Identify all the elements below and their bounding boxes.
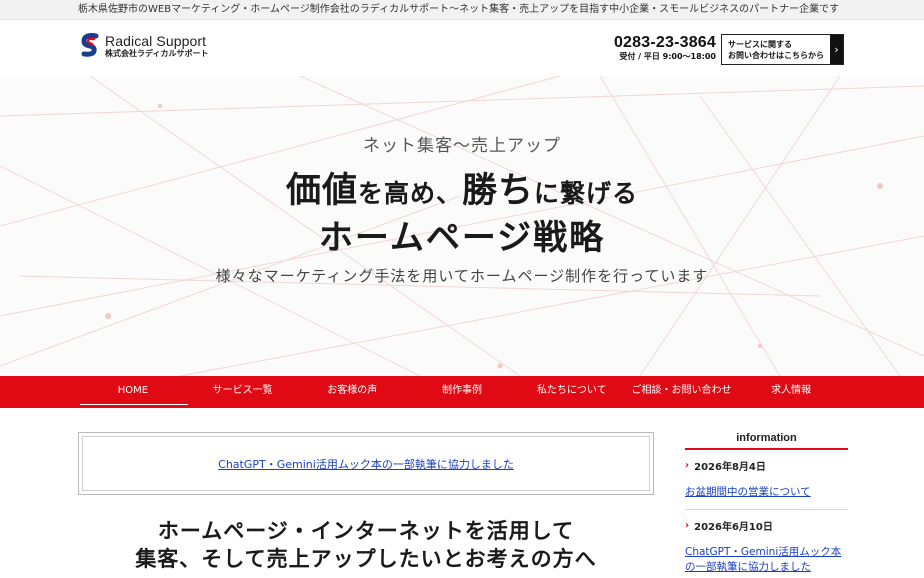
hero-title-value: 価値 (285, 171, 358, 211)
site-logo[interactable]: Radical Support 株式会社ラディカルサポート (80, 33, 208, 59)
main-navigation: HOME サービス一覧 お客様の声 制作事例 私たちについて ご相談・お問い合わ… (0, 376, 924, 408)
hero-title-connector-1: を高め、 (357, 179, 462, 208)
contact-button-text: サービスに関する お問い合わせはこちらから (722, 35, 830, 64)
phone-block: 0283-23-3864 受付 / 平日 9:00〜18:00 (612, 34, 716, 62)
info-date-text: 2026年6月10日 (694, 522, 773, 533)
chevron-right-icon: › (830, 35, 843, 64)
info-date-text: 2026年8月4日 (694, 462, 766, 473)
nav-item-recruit[interactable]: 求人情報 (736, 376, 846, 408)
info-entry-link[interactable]: お盆期間中の営業について (685, 485, 848, 500)
news-banner-link[interactable]: ChatGPT・Gemini活用ムック本の一部執筆に協力しました (218, 456, 514, 472)
site-header: Radical Support 株式会社ラディカルサポート 0283-23-38… (0, 20, 924, 76)
radical-support-logo-icon (81, 33, 99, 57)
hero-title: 価値を高め、勝ちに繋げる (0, 162, 924, 213)
contact-button[interactable]: サービスに関する お問い合わせはこちらから › (721, 34, 844, 65)
info-entry-link[interactable]: ChatGPT・Gemini活用ムック本の一部執筆に協力しました (685, 545, 848, 575)
business-hours: 受付 / 平日 9:00〜18:00 (619, 52, 716, 61)
phone-number[interactable]: 0283-23-3864 (612, 34, 716, 52)
nav-item-testimonials[interactable]: お客様の声 (297, 376, 407, 408)
nav-item-about[interactable]: 私たちについて (517, 376, 627, 408)
info-entry-date: › 2026年6月10日 (685, 518, 848, 533)
hero-title-win: 勝ち (462, 171, 535, 211)
info-entry-date: › 2026年8月4日 (685, 458, 848, 473)
divider (685, 509, 848, 510)
hero-title-connector-2: に繋げる (534, 179, 639, 208)
information-sidebar: information › 2026年8月4日 お盆期間中の営業について › 2… (685, 430, 848, 575)
nav-item-home[interactable]: HOME (78, 376, 188, 408)
contact-line-1: サービスに関する (728, 40, 792, 49)
top-info-bar: 栃木県佐野市のWEBマーケティング・ホームページ制作会社のラディカルサポート〜ネ… (0, 0, 924, 20)
logo-english-name: Radical Support (105, 32, 207, 49)
contact-line-2: お問い合わせはこちらから (728, 51, 824, 60)
information-heading: information (685, 430, 848, 450)
news-banner: ChatGPT・Gemini活用ムック本の一部執筆に協力しました (78, 432, 654, 495)
hero-subtitle: ネット集客〜売上アップ (363, 136, 561, 156)
hero-banner: ネット集客〜売上アップ 価値を高め、勝ちに繋げる ホームページ戦略 様々なマーケ… (0, 76, 924, 376)
nav-item-contact[interactable]: ご相談・お問い合わせ (627, 376, 737, 408)
logo-japanese-name: 株式会社ラディカルサポート (105, 48, 209, 58)
hero-description: 様々なマーケティング手法を用いてホームページ制作を行っています (215, 267, 709, 285)
chevron-right-icon: › (685, 520, 690, 531)
chevron-right-icon: › (685, 460, 690, 471)
nav-item-services[interactable]: サービス一覧 (188, 376, 298, 408)
catch-line-1: ホームページ・インターネットを活用して (157, 519, 575, 543)
top-info-text: 栃木県佐野市のWEBマーケティング・ホームページ制作会社のラディカルサポート〜ネ… (78, 4, 840, 15)
catch-line-2: 集客、そして売上アップしたいとお考えの方へ (135, 547, 597, 571)
catch-copy: ホームページ・インターネットを活用して 集客、そして売上アップしたいとお考えの方… (78, 517, 654, 573)
hero-title-line-2: ホームページ戦略 (318, 218, 606, 258)
nav-item-works[interactable]: 制作事例 (407, 376, 517, 408)
